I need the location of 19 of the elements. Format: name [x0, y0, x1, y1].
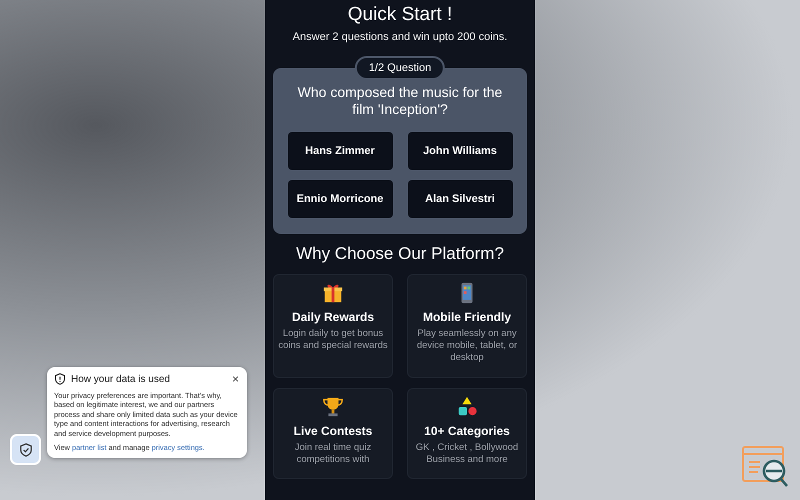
- question-counter: 1/2 Question: [354, 56, 446, 80]
- answer-option[interactable]: Alan Silvestri: [408, 180, 512, 218]
- feature-description: GK , Cricket , Bollywood Business and more: [414, 442, 520, 466]
- question-text: Who composed the music for the film 'Inception'?: [296, 84, 504, 118]
- feature-description: Join real time quiz competitions with: [294, 442, 372, 466]
- answer-option[interactable]: John Williams: [408, 132, 512, 170]
- feature-title: Mobile Friendly: [422, 310, 511, 324]
- feature-title: 10+ Categories: [424, 424, 510, 438]
- answer-option[interactable]: Hans Zimmer: [288, 132, 392, 170]
- page-subtitle: Answer 2 questions and win upto 200 coins.: [292, 31, 508, 43]
- notice-title: How your data is used: [71, 374, 170, 384]
- feature-title: Daily Rewards: [292, 310, 374, 324]
- answer-option[interactable]: Ennio Morricone: [288, 180, 392, 218]
- close-button[interactable]: ×: [232, 373, 239, 385]
- feature-title: Live Contests: [294, 424, 372, 438]
- page-title: Quick Start !: [348, 4, 452, 26]
- feature-description: Play seamlessly on any device mobile, tablet, or desktop: [416, 328, 518, 365]
- feature-description: Login daily to get bonus coins and special rewards: [277, 328, 389, 352]
- section-title: Why Choose Our Platform?: [296, 244, 504, 264]
